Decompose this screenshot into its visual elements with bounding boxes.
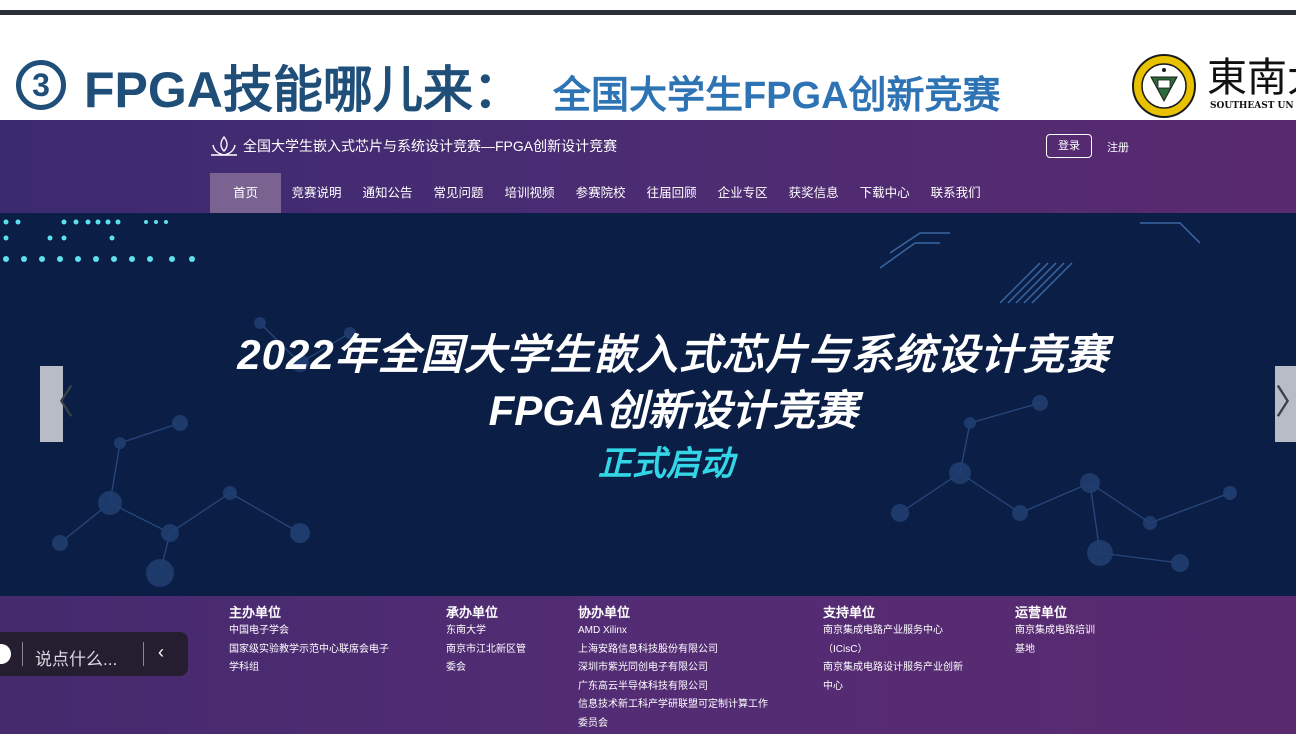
site-header: 全国大学生嵌入式芯片与系统设计竞赛—FPGA创新设计竞赛 登录 注册 首页 竞赛… <box>0 120 1296 213</box>
nav-item-home[interactable]: 首页 <box>210 173 281 213</box>
footer-column-title: 主办单位 <box>229 605 282 620</box>
nav-item-notices[interactable]: 通知公告 <box>352 173 423 213</box>
nav-item-rules[interactable]: 竞赛说明 <box>281 173 352 213</box>
footer-column-line: 南京集成电路培训 <box>1015 625 1095 636</box>
footer-column-line: 东南大学 <box>446 625 486 636</box>
footer-column-line: 委员会 <box>578 717 608 729</box>
slide-subtitle: 全国大学生FPGA创新竞赛 <box>553 75 1001 117</box>
footer-column-line: 南京集成电路设计服务产业创新 <box>823 662 963 673</box>
banner-tagline: 正式启动 <box>598 445 734 483</box>
site-footer: 主办单位 中国电子学会 国家级实验教学示范中心联席会电子 学科组 承办单位 东南… <box>0 596 1296 734</box>
divider <box>143 642 144 666</box>
nav-item-enterprise[interactable]: 企业专区 <box>707 173 778 213</box>
footer-column-line: 基地 <box>1015 643 1035 655</box>
footer-column-line: 南京市江北新区管 <box>446 643 526 655</box>
footer-column-title: 协办单位 <box>578 605 631 620</box>
footer-column-title: 承办单位 <box>446 605 499 620</box>
footer-column-title: 支持单位 <box>823 605 876 620</box>
university-name-en: SOUTHEAST UN <box>1210 101 1294 111</box>
carousel-next-button[interactable]: 〉 <box>1275 366 1296 442</box>
footer-column-organizer: 主办单位 中国电子学会 国家级实验教学示范中心联席会电子 学科组 <box>229 604 389 678</box>
footer-column-line: 广东高云半导体科技有限公司 <box>578 680 708 692</box>
section-number-badge: 3 <box>16 60 66 110</box>
banner-headline: 2022年全国大学生嵌入式芯片与系统设计竞赛 <box>237 331 1109 378</box>
footer-column-line: 信息技术新工科产学研联盟可定制计算工作 <box>578 699 768 710</box>
footer-column-line: 深圳市紫光同创电子有限公司 <box>578 662 708 673</box>
nav-item-schools[interactable]: 参赛院校 <box>565 173 636 213</box>
footer-column-line: （ICisC） <box>823 643 868 655</box>
footer-column-line: 国家级实验教学示范中心联席会电子 <box>229 643 389 655</box>
footer-column-line: AMD Xilinx <box>578 625 627 636</box>
nav-item-faq[interactable]: 常见问题 <box>423 173 494 213</box>
nav-item-downloads[interactable]: 下载中心 <box>849 173 920 213</box>
slide-title: FPGA技能哪儿来： <box>84 62 523 118</box>
footer-column-line: 中心 <box>823 680 843 692</box>
footer-column-title: 运营单位 <box>1015 605 1068 620</box>
hero-banner: 2022年全国大学生嵌入式芯片与系统设计竞赛 FPGA创新设计竞赛 正式启动 <box>0 213 1296 596</box>
footer-column-line: 南京集成电路产业服务中心 <box>823 625 943 636</box>
footer-column-line: 中国电子学会 <box>229 625 289 636</box>
comment-input[interactable]: 说点什么... <box>35 645 117 670</box>
nav-item-contact[interactable]: 联系我们 <box>920 173 991 213</box>
slide-header: 3 FPGA技能哪儿来： 全国大学生FPGA创新竞赛 東南大 SOUTHEAST… <box>0 15 1296 120</box>
university-name-cn: 東南大 <box>1207 55 1296 101</box>
comment-bar: 说点什么... ‹ <box>0 632 188 676</box>
footer-column-line: 委会 <box>446 662 466 673</box>
website-screenshot: 全国大学生嵌入式芯片与系统设计竞赛—FPGA创新设计竞赛 登录 注册 首页 竞赛… <box>0 120 1296 734</box>
footer-column-line: 学科组 <box>229 662 259 673</box>
footer-column-line: 上海安路信息科技股份有限公司 <box>578 643 718 655</box>
emoji-face-icon[interactable] <box>0 644 11 664</box>
university-seal-icon <box>1132 54 1196 118</box>
chevron-left-icon[interactable]: ‹ <box>158 642 164 663</box>
banner-subheadline: FPGA创新设计竞赛 <box>488 387 858 434</box>
main-nav: 首页 竞赛说明 通知公告 常见问题 培训视频 参赛院校 往届回顾 企业专区 获奖… <box>210 173 991 213</box>
divider <box>22 642 23 666</box>
register-link[interactable]: 注册 <box>1107 139 1129 155</box>
footer-column-host: 承办单位 东南大学 南京市江北新区管 委会 <box>446 604 526 678</box>
login-button[interactable]: 登录 <box>1046 134 1092 158</box>
carousel-prev-button[interactable]: 〈 <box>40 366 74 442</box>
footer-column-operator: 运营单位 南京集成电路培训 基地 <box>1015 604 1095 659</box>
nav-item-awards[interactable]: 获奖信息 <box>778 173 849 213</box>
site-title: 全国大学生嵌入式芯片与系统设计竞赛—FPGA创新设计竞赛 <box>243 138 618 154</box>
site-logo-icon <box>211 135 237 156</box>
footer-column-supporter: 支持单位 南京集成电路产业服务中心 （ICisC） 南京集成电路设计服务产业创新… <box>823 604 963 696</box>
nav-item-past-review[interactable]: 往届回顾 <box>636 173 707 213</box>
nav-item-training-videos[interactable]: 培训视频 <box>494 173 565 213</box>
footer-column-co-organizer: 协办单位 AMD Xilinx 上海安路信息科技股份有限公司 深圳市紫光同创电子… <box>578 604 768 733</box>
